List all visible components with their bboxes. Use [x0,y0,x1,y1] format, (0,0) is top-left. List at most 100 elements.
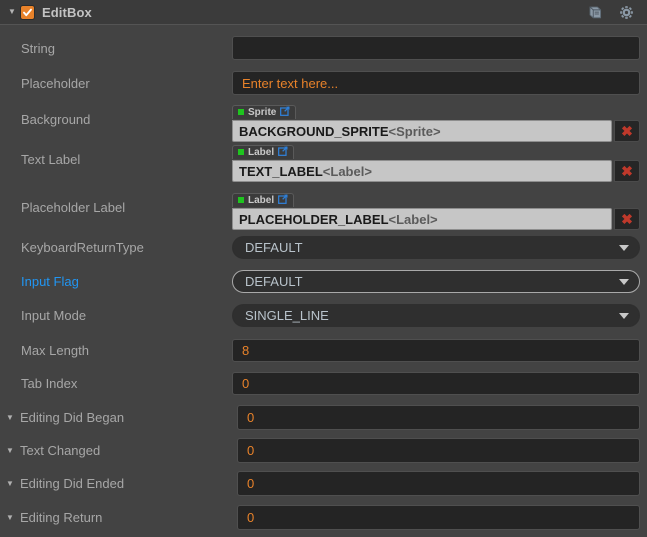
property-field-placeholder-label: Label PLACEHOLDER_LABEL <Label> ✖ [211,190,647,230]
property-field-max-length: 8 [211,339,647,362]
external-link-icon[interactable] [278,143,288,161]
object-value-background[interactable]: BACKGROUND_SPRITE <Sprite> [232,120,612,142]
property-field-string [211,36,647,60]
dropdown-input-flag[interactable]: DEFAULT [232,270,640,293]
external-link-icon[interactable] [280,103,290,121]
expand-triangle-icon[interactable]: ▼ [5,413,15,422]
input-editing-return[interactable]: 0 [237,505,640,530]
input-placeholder[interactable]: Enter text here... [232,71,640,95]
object-type-name: Label [248,194,275,206]
property-field-input-flag: DEFAULT [211,270,647,293]
expand-triangle-icon[interactable]: ▼ [5,446,15,455]
object-value-placeholder-label[interactable]: PLACEHOLDER_LABEL <Label> [232,208,612,230]
property-field-text-changed: 0 [211,438,647,463]
chevron-down-icon [619,278,629,285]
property-label-text: Editing Did Began [20,410,125,425]
header-icon-group [588,5,647,20]
manual-book-icon[interactable] [588,5,603,20]
input-editing-did-began[interactable]: 0 [237,405,640,430]
property-row-input-mode: Input Mode SINGLE_LINE [0,304,647,327]
dropdown-value: SINGLE_LINE [245,308,329,323]
dropdown-value: DEFAULT [245,274,303,289]
property-row-placeholder-label: Placeholder Label Label PLACEHOLDER_LABEL <… [0,190,647,230]
property-field-keyboardreturntype: DEFAULT [211,236,647,259]
property-label-text: Editing Did Ended [20,476,125,491]
dropdown-input-mode[interactable]: SINGLE_LINE [232,304,640,327]
property-label-editing-return[interactable]: ▼ Editing Return [0,510,211,525]
object-value-text-label[interactable]: TEXT_LABEL <Label> [232,160,612,182]
property-row-text-changed: ▼ Text Changed 0 [0,438,647,463]
type-status-dot-icon [238,109,244,115]
property-label-string: String [21,40,55,56]
object-value-name: TEXT_LABEL [239,163,323,179]
object-value-name: PLACEHOLDER_LABEL [239,211,389,227]
property-label-editing-did-ended[interactable]: ▼ Editing Did Ended [0,476,211,491]
close-x-icon: ✖ [621,211,633,227]
collapse-triangle-icon[interactable]: ▼ [4,8,20,16]
object-value-row: TEXT_LABEL <Label> ✖ [232,160,640,182]
chevron-down-icon [619,312,629,319]
property-field-editing-did-ended: 0 [211,471,647,496]
property-label-keyboardreturntype: KeyboardReturnType [21,240,144,255]
property-row-editing-did-ended: ▼ Editing Did Ended 0 [0,471,647,496]
object-value-row: BACKGROUND_SPRITE <Sprite> ✖ [232,120,640,142]
object-field-text-label: Label TEXT_LABEL <Label> ✖ [232,142,640,182]
component-header[interactable]: ▼ EditBox [0,0,647,25]
property-label-tab-index: Tab Index [21,376,78,391]
property-row-keyboardreturntype: KeyboardReturnType DEFAULT [0,236,647,259]
close-x-icon: ✖ [621,163,633,179]
clear-reference-button[interactable]: ✖ [614,120,640,142]
object-value-type: <Label> [322,163,372,179]
property-label-input-mode: Input Mode [21,308,87,323]
property-row-background: Background Sprite BACKGROUND_SPRITE <Sprite… [0,102,647,142]
clear-reference-button[interactable]: ✖ [614,160,640,182]
input-string[interactable] [232,36,640,60]
type-status-dot-icon [238,197,244,203]
input-text-changed[interactable]: 0 [237,438,640,463]
close-x-icon: ✖ [621,123,633,139]
object-field-placeholder-label: Label PLACEHOLDER_LABEL <Label> ✖ [232,190,640,230]
object-type-tab[interactable]: Label [232,143,295,161]
property-label-text-changed[interactable]: ▼ Text Changed [0,443,211,458]
property-row-tab-index: Tab Index 0 [0,372,647,395]
dropdown-keyboardreturntype[interactable]: DEFAULT [232,236,640,259]
expand-triangle-icon[interactable]: ▼ [5,479,15,488]
checkmark-icon [21,5,34,19]
object-field-background: Sprite BACKGROUND_SPRITE <Sprite> ✖ [232,102,640,142]
property-field-tab-index: 0 [211,372,647,395]
property-field-background: Sprite BACKGROUND_SPRITE <Sprite> ✖ [211,102,647,142]
input-editing-did-ended[interactable]: 0 [237,471,640,496]
object-type-tab[interactable]: Sprite [232,103,297,121]
object-type-name: Sprite [248,106,277,118]
input-tab-index[interactable]: 0 [232,372,640,395]
dropdown-value: DEFAULT [245,240,303,255]
property-label-text: Editing Return [20,510,103,525]
property-label-editing-did-began[interactable]: ▼ Editing Did Began [0,410,211,425]
component-enabled-checkbox[interactable] [20,4,35,20]
object-type-name: Label [248,146,275,158]
property-label-background: Background [21,112,91,127]
external-link-icon[interactable] [278,191,288,209]
object-value-type: <Label> [388,211,438,227]
object-value-type: <Sprite> [388,123,441,139]
component-title: EditBox [42,4,92,20]
property-label-text: Text Changed [20,443,101,458]
property-row-input-flag: Input Flag DEFAULT [0,270,647,293]
property-row-placeholder: Placeholder Enter text here... [0,71,647,95]
property-field-placeholder: Enter text here... [211,71,647,95]
gear-icon[interactable] [619,5,634,20]
property-label-input-flag: Input Flag [21,274,79,289]
expand-triangle-icon[interactable]: ▼ [5,513,15,522]
clear-reference-button[interactable]: ✖ [614,208,640,230]
input-max-length[interactable]: 8 [232,339,640,362]
property-label-text-label: Text Label [21,152,81,167]
property-label-max-length: Max Length [21,343,89,358]
property-field-input-mode: SINGLE_LINE [211,304,647,327]
property-row-string: String [0,36,647,60]
property-field-editing-return: 0 [211,505,647,530]
object-type-tab[interactable]: Label [232,191,295,209]
property-label-placeholder: Placeholder [21,75,90,91]
object-value-name: BACKGROUND_SPRITE [239,123,389,139]
property-field-editing-did-began: 0 [211,405,647,430]
type-status-dot-icon [238,149,244,155]
